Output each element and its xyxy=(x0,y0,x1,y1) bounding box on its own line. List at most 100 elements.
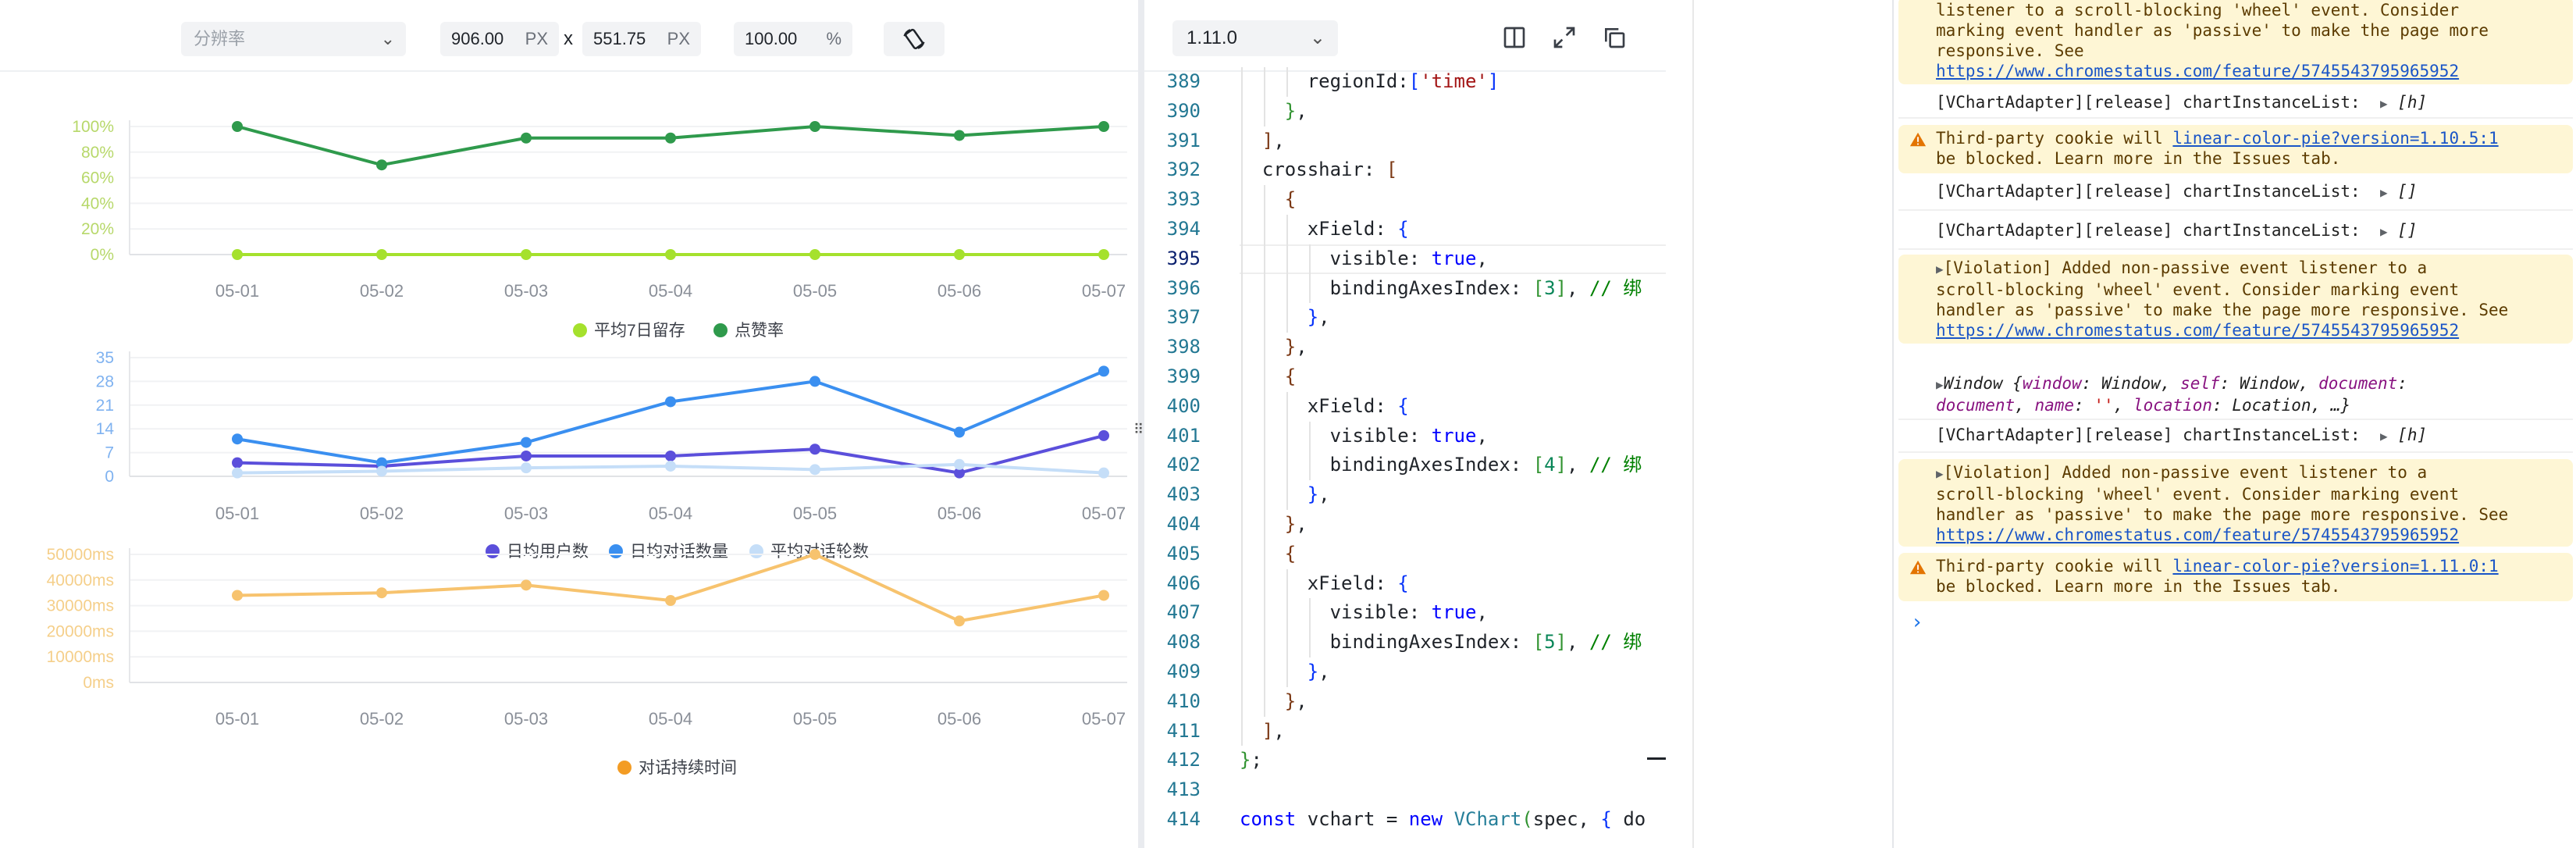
code-line[interactable]: 401 visible: true, xyxy=(1144,421,1666,451)
height-input[interactable]: 551.75 PX xyxy=(582,22,701,56)
split-layout-icon[interactable] xyxy=(1502,25,1527,50)
indent-guide xyxy=(1241,391,1243,422)
console-violation-message: listener to a scroll-blocking 'wheel' ev… xyxy=(1898,0,2573,84)
x-tick-label: 05-01 xyxy=(215,709,259,729)
console-text: [VChartAdapter][release] chartInstanceLi… xyxy=(1936,426,2361,444)
code-line[interactable]: 396 bindingAxesIndex: [3], // 绑 xyxy=(1144,273,1666,304)
line-number: 412 xyxy=(1166,749,1201,771)
console-text: handler as 'passive' to make the page mo… xyxy=(1936,505,2509,524)
rotate-button[interactable] xyxy=(884,22,945,56)
line-number: 395 xyxy=(1166,247,1201,269)
indent-guide xyxy=(1241,185,1243,215)
y-tick-label: 10000ms xyxy=(47,648,114,666)
console-text: [VChartAdapter][release] chartInstanceLi… xyxy=(1936,221,2361,240)
zoom-input[interactable]: 100.00 % xyxy=(734,22,852,56)
expand-triangle-icon[interactable]: ▶ xyxy=(2380,426,2388,447)
code-line[interactable]: 395 visible: true, xyxy=(1144,244,1666,274)
resolution-select[interactable]: 分辨率 ⌄ xyxy=(181,22,406,56)
splitter-grip-icon[interactable]: ⠿ xyxy=(1133,422,1144,438)
height-value: 551.75 xyxy=(593,29,646,48)
code-line[interactable]: 411], xyxy=(1144,716,1666,746)
indent-guide xyxy=(1286,421,1288,451)
code-line[interactable]: 399 { xyxy=(1144,362,1666,392)
data-point xyxy=(954,426,965,438)
height-unit: PX xyxy=(667,29,690,48)
data-point xyxy=(376,587,387,599)
chromestatus-link[interactable]: https://www.chromestatus.com/feature/574… xyxy=(1936,62,2459,80)
code-line[interactable]: 391], xyxy=(1144,126,1666,156)
legend-marker xyxy=(573,323,587,337)
code-text: bindingAxesIndex: [4], // 绑 xyxy=(1329,454,1642,476)
code-line[interactable]: 408 bindingAxesIndex: [5], // 绑 xyxy=(1144,628,1666,657)
y-tick-label: 30000ms xyxy=(47,597,114,615)
code-line[interactable]: 403}, xyxy=(1144,480,1666,510)
line-number: 392 xyxy=(1166,159,1201,181)
expand-triangle-icon[interactable]: ▶ xyxy=(2380,94,2388,114)
code-line[interactable]: 406 xField: { xyxy=(1144,568,1666,599)
console-text: handler as 'passive' to make the page mo… xyxy=(1936,301,2509,319)
console-text: [Violation] Added non-passive event list… xyxy=(1943,463,2428,482)
copy-icon[interactable] xyxy=(1602,25,1627,50)
width-input[interactable]: 906.00 PX xyxy=(440,22,559,56)
y-tick-label: 20% xyxy=(81,220,114,238)
code-line[interactable]: 402 bindingAxesIndex: [4], // 绑 xyxy=(1144,451,1666,481)
expand-triangle-icon[interactable]: ▶ xyxy=(1936,259,1944,280)
line-number: 408 xyxy=(1166,631,1201,654)
indent-guide xyxy=(1241,598,1243,629)
x-tick-label: 05-07 xyxy=(1082,281,1126,301)
code-line[interactable]: 414 const vchart = new VChart(spec, { do xyxy=(1144,805,1666,835)
code-line[interactable]: 413 xyxy=(1144,775,1666,805)
console-text: be blocked. Learn more in the Issues tab… xyxy=(1936,577,2341,596)
chromestatus-link[interactable]: https://www.chromestatus.com/feature/574… xyxy=(1936,526,2459,544)
code-line[interactable]: 404}, xyxy=(1144,509,1666,540)
series-line xyxy=(237,553,1105,623)
indent-guide xyxy=(1263,362,1265,392)
warning-icon xyxy=(1909,132,1927,147)
data-point xyxy=(376,465,387,477)
console-value: [h] xyxy=(2397,93,2428,112)
code-area[interactable]: 389 regionId:['time'] 390}, 391], 392 crossha… xyxy=(1144,67,1666,835)
version-select[interactable]: 1.11.0 ⌄ xyxy=(1172,20,1338,56)
expand-triangle-icon[interactable]: ▶ xyxy=(1936,464,1944,484)
y-tick-label: 14 xyxy=(96,420,115,438)
code-line[interactable]: 407 visible: true, xyxy=(1144,598,1666,629)
code-line[interactable]: 397}, xyxy=(1144,303,1666,333)
code-line[interactable]: 400 xField: { xyxy=(1144,391,1666,422)
indent-guide xyxy=(1286,451,1288,481)
code-line[interactable]: 398}, xyxy=(1144,333,1666,362)
indent-guide xyxy=(1263,96,1265,126)
data-point xyxy=(1098,590,1109,601)
warning-icon xyxy=(1909,560,1927,575)
console-text: [VChartAdapter][release] chartInstanceLi… xyxy=(1936,93,2361,112)
legend-label: 平均7日留存 xyxy=(594,322,685,340)
code-line[interactable]: 390}, xyxy=(1144,96,1666,126)
code-line[interactable]: 412}; xyxy=(1144,746,1666,775)
expand-triangle-icon[interactable]: ▶ xyxy=(2380,222,2388,242)
chromestatus-link[interactable]: https://www.chromestatus.com/feature/574… xyxy=(1936,321,2459,340)
line-number: 410 xyxy=(1166,689,1201,712)
indent-guide xyxy=(1241,716,1243,746)
cookie-source-link[interactable]: linear-color-pie?version=1.11.0:1 xyxy=(2172,557,2498,575)
console-prompt-icon[interactable]: › xyxy=(1911,611,1923,634)
code-text: ], xyxy=(1261,719,1285,742)
code-line[interactable]: 394 xField: { xyxy=(1144,214,1666,244)
data-point xyxy=(521,132,532,144)
code-line[interactable]: 409}, xyxy=(1144,657,1666,687)
cookie-source-link[interactable]: linear-color-pie?version=1.10.5:1 xyxy=(2172,129,2498,148)
y-tick-label: 50000ms xyxy=(47,546,114,564)
indent-guide xyxy=(1241,480,1243,510)
preview-toolbar: 分辨率 ⌄ 906.00 PX x 551.75 PX 100.00 % xyxy=(0,0,1138,72)
code-line[interactable]: 392 crosshair: [ xyxy=(1144,155,1666,186)
indent-guide xyxy=(1241,303,1243,333)
y-tick-label: 80% xyxy=(81,144,114,162)
code-line[interactable]: 410}, xyxy=(1144,686,1666,717)
code-line[interactable]: 389 regionId:['time'] xyxy=(1144,67,1666,97)
console-value: Window xyxy=(1943,374,2003,393)
expand-triangle-icon[interactable]: ▶ xyxy=(2380,183,2388,203)
expand-icon[interactable] xyxy=(1552,25,1577,50)
code-line[interactable]: 393 { xyxy=(1144,185,1666,215)
data-point xyxy=(521,249,532,260)
code-line[interactable]: 405 { xyxy=(1144,539,1666,569)
expand-triangle-icon[interactable]: ▶ xyxy=(1936,375,1944,395)
indent-guide xyxy=(1308,421,1311,451)
